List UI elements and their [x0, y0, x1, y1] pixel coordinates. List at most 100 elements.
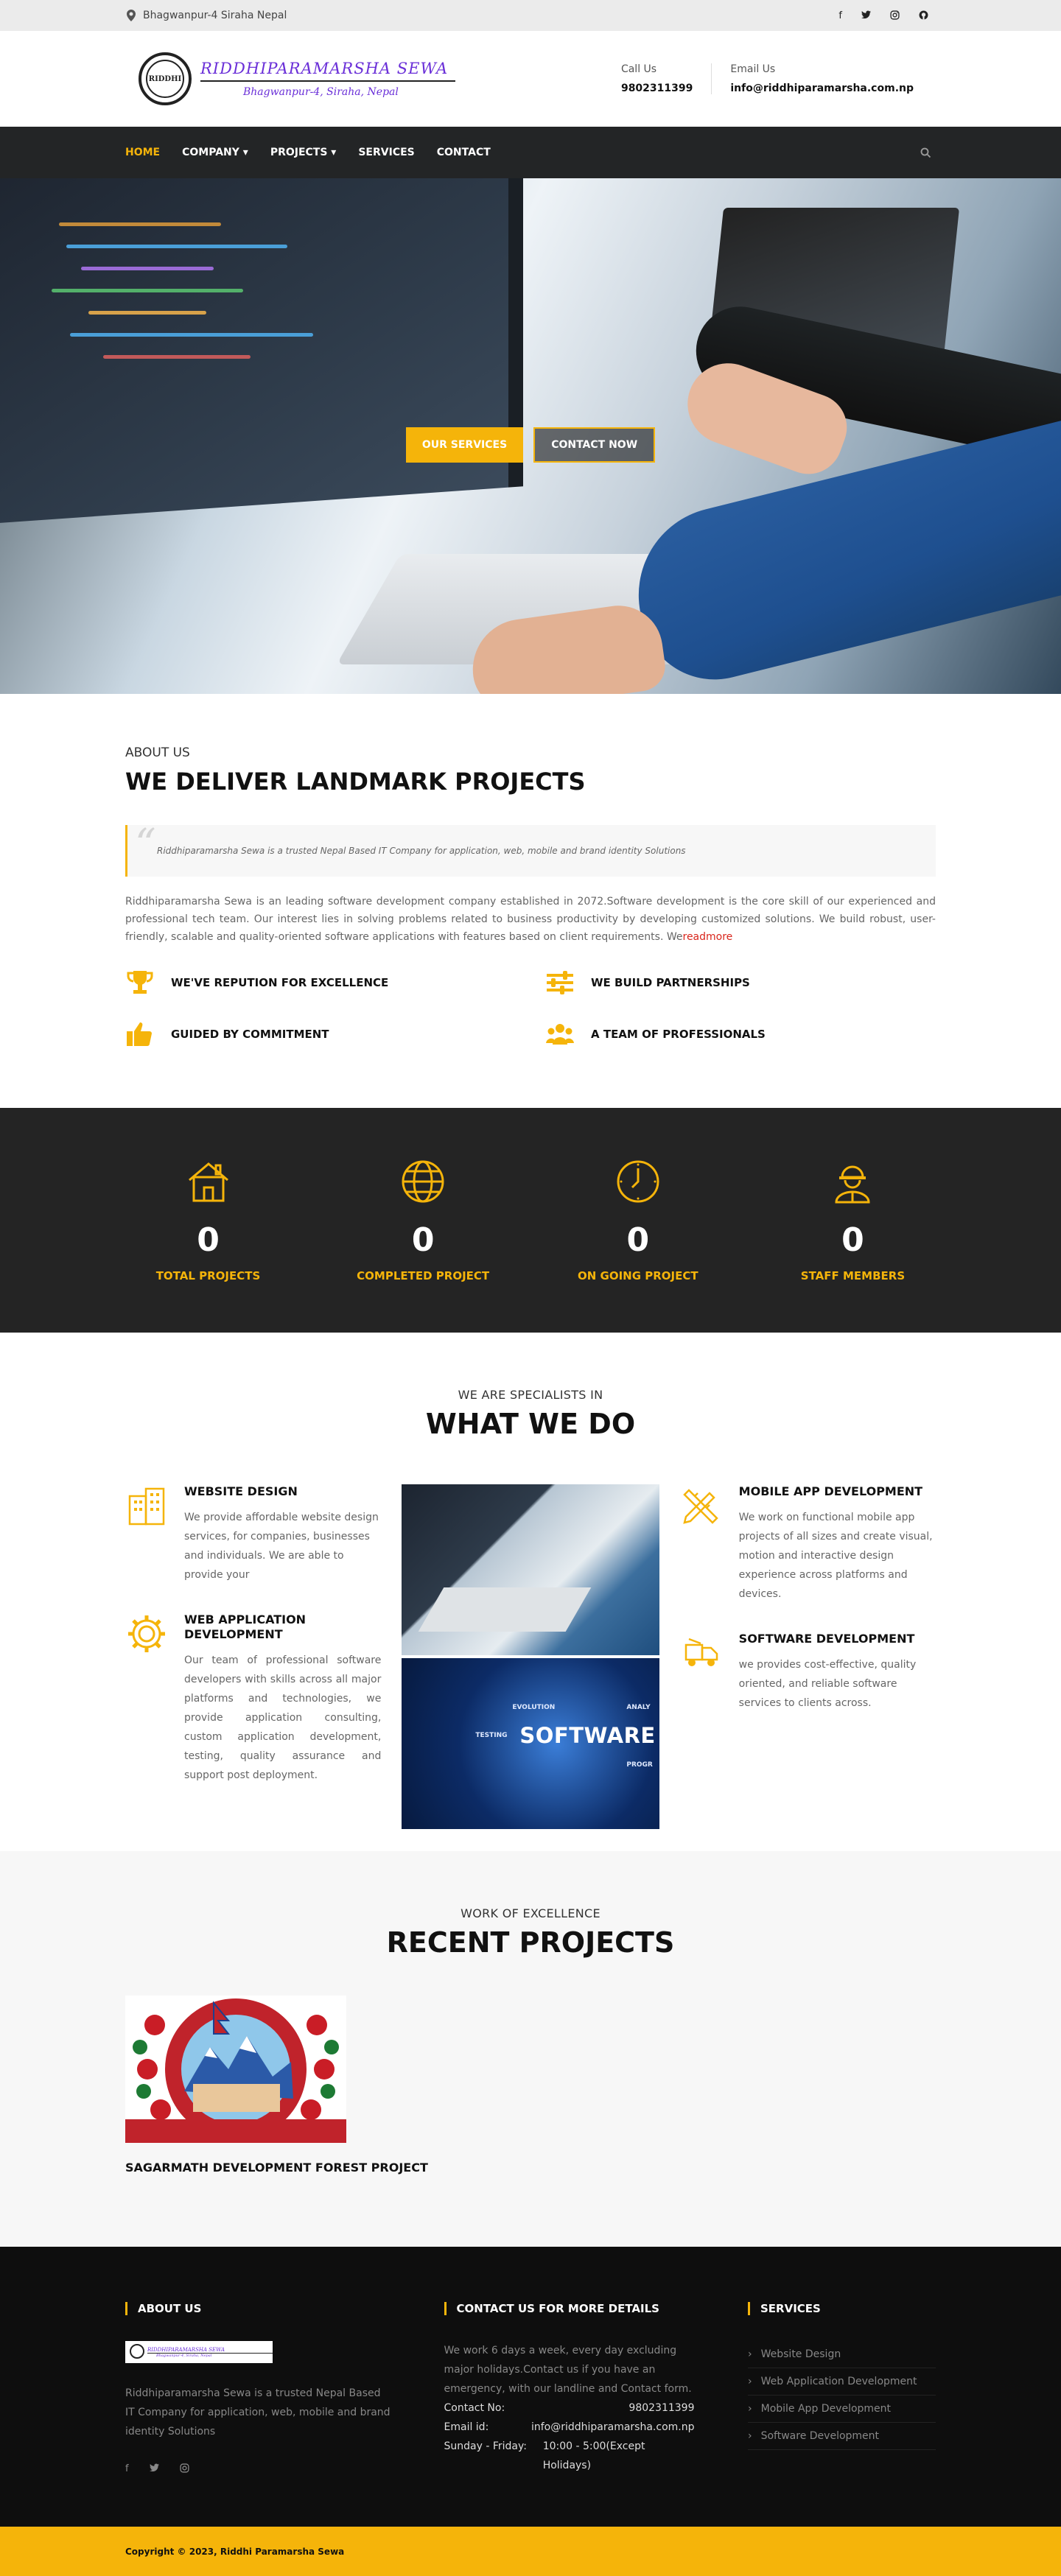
main-nav: HOME COMPANY ▾ PROJECTS ▾ SERVICES CONTA…: [0, 127, 1061, 178]
about-section: ABOUT US WE DELIVER LANDMARK PROJECTS Ri…: [0, 694, 1061, 1108]
buildings-icon: [128, 1487, 165, 1526]
feature-partnerships: WE BUILD PARTNERSHIPS: [545, 968, 936, 997]
footer-service-link[interactable]: Mobile App Development: [748, 2396, 936, 2423]
about-quote: Riddhiparamarsha Sewa is a trusted Nepal…: [125, 821, 936, 877]
feature-commitment: GUIDED BY COMMITMENT: [125, 1019, 545, 1049]
footer-contact: CONTACT US FOR MORE DETAILS We work 6 da…: [444, 2302, 695, 2475]
nav-menu: HOME COMPANY ▾ PROJECTS ▾ SERVICES CONTA…: [125, 147, 491, 158]
location-text: Bhagwanpur-4 Siraha Nepal: [143, 10, 287, 21]
stat-value: 0: [626, 1221, 650, 1259]
building-icon: [188, 1162, 228, 1202]
concrete-mixer-icon: [684, 1638, 718, 1666]
footer-contact-text: We work 6 days a week, every day excludi…: [444, 2345, 692, 2395]
nav-projects[interactable]: PROJECTS ▾: [270, 147, 337, 158]
call-label: Call Us: [620, 63, 657, 75]
contact-row: Sunday - Friday: 10:00 - 5:00(Except Holi…: [444, 2440, 645, 2471]
email-block: Email Us info@riddhiparamarsha.com.np: [712, 63, 932, 94]
social-links: f: [838, 10, 934, 21]
service-website-design: WEBSITE DESIGN We provide affordable webs…: [125, 1484, 381, 1584]
nav-home[interactable]: HOME: [125, 147, 160, 158]
software-image: EVOLUTION TESTING ANALY PROGR SOFTWARE: [402, 1658, 659, 1829]
twitter-icon[interactable]: [861, 10, 871, 19]
hero-monitor: [0, 178, 523, 524]
team-icon: [546, 1024, 574, 1045]
footer-services: SERVICES Website Design Web Application …: [748, 2302, 936, 2475]
footer-about-title: ABOUT US: [125, 2302, 391, 2315]
services-subtitle: WE ARE SPECIALISTS IN: [458, 1388, 603, 1402]
footer-service-link[interactable]: Software Development: [748, 2423, 936, 2450]
logo-seal: RIDDHI: [139, 52, 192, 105]
about-description: Riddhiparamarsha Sewa is an leading soft…: [125, 896, 936, 943]
facebook-icon[interactable]: f: [838, 10, 842, 21]
globe-icon: [402, 1160, 444, 1203]
footer-service-link[interactable]: Web Application Development: [748, 2368, 936, 2396]
footer-services-list: Website Design Web Application Developme…: [748, 2341, 936, 2450]
twitter-icon[interactable]: [149, 2463, 159, 2472]
call-block: Call Us 9802311399: [621, 63, 712, 94]
nav-services[interactable]: SERVICES: [358, 147, 414, 158]
header-contacts: Call Us 9802311399 Email Us info@riddhip…: [621, 63, 932, 94]
call-value[interactable]: 9802311399: [621, 83, 693, 94]
facebook-icon[interactable]: f: [125, 2463, 129, 2474]
our-services-button[interactable]: OUR SERVICES: [405, 427, 524, 463]
project-card[interactable]: SAGARMATH DEVELOPMENT FOREST PROJECT: [125, 1996, 936, 2177]
footer-contact-title: CONTACT US FOR MORE DETAILS: [444, 2302, 695, 2315]
readmore-link[interactable]: readmore: [683, 931, 733, 943]
stat-value: 0: [411, 1221, 435, 1259]
stat-staff-members: 0 STAFF MEMBERS: [770, 1158, 936, 1282]
stat-value: 0: [841, 1221, 864, 1259]
stats-section: 0 TOTAL PROJECTS 0 COMPLETED PROJECT 0 O…: [0, 1108, 1061, 1333]
stat-value: 0: [197, 1221, 220, 1259]
services-images: EVOLUTION TESTING ANALY PROGR SOFTWARE: [402, 1484, 659, 1851]
footer-service-link[interactable]: Website Design: [748, 2341, 936, 2368]
nav-contact[interactable]: CONTACT: [437, 147, 491, 158]
search-icon[interactable]: [920, 147, 931, 158]
email-value[interactable]: info@riddhiparamarsha.com.np: [730, 83, 914, 94]
logo-address: Bhagwanpur-4, Siraha, Nepal: [243, 86, 399, 98]
site-logo[interactable]: RIDDHI RIDDHIPARAMARSHA SEWA Bhagwanpur-…: [139, 52, 456, 105]
about-title: WE DELIVER LANDMARK PROJECTS: [125, 768, 586, 796]
projects-subtitle: WORK OF EXCELLENCE: [461, 1906, 600, 1920]
instagram-icon[interactable]: [180, 2463, 189, 2473]
site-footer: ABOUT US RIDDHIPARAMARSHA SEWA Bhagwanpu…: [0, 2247, 1061, 2527]
logo-name: RIDDHIPARAMARSHA SEWA: [200, 60, 456, 82]
sliders-icon: [547, 971, 573, 994]
pencil-ruler-icon: [682, 1489, 718, 1524]
copyright-text: Copyright © 2023, Riddhi Paramarsha Sewa: [125, 2546, 345, 2557]
thumbs-up-icon: [127, 1022, 152, 1046]
service-mobile-app: MOBILE APP DEVELOPMENT We work on functio…: [680, 1484, 936, 1604]
projects-section: WORK OF EXCELLENCE RECENT PROJECTS SAGAR…: [0, 1851, 1061, 2247]
instagram-icon[interactable]: [890, 10, 900, 20]
contact-row: Email id: info@riddhiparamarsha.com.np: [444, 2421, 695, 2433]
contact-row: Contact No: 9802311399: [444, 2402, 695, 2414]
stat-label: ON GOING PROJECT: [578, 1269, 698, 1282]
github-icon[interactable]: [919, 10, 928, 20]
nav-company[interactable]: COMPANY ▾: [182, 147, 248, 158]
about-subtitle: ABOUT US: [125, 745, 190, 760]
footer-services-title: SERVICES: [748, 2302, 936, 2315]
software-word: SOFTWARE: [519, 1723, 656, 1748]
footer-logo[interactable]: RIDDHIPARAMARSHA SEWA Bhagwanpur-4, Sira…: [125, 2341, 273, 2363]
stat-ongoing-project: 0 ON GOING PROJECT: [555, 1158, 721, 1282]
project-title[interactable]: SAGARMATH DEVELOPMENT FOREST PROJECT: [125, 2159, 936, 2177]
hero-banner: OUR SERVICES CONTACT NOW: [0, 178, 1061, 694]
contact-now-button[interactable]: CONTACT NOW: [533, 427, 656, 463]
clock-icon: [617, 1160, 659, 1203]
map-pin-icon: [127, 10, 136, 21]
top-bar: Bhagwanpur-4 Siraha Nepal f: [0, 0, 1061, 31]
service-software-development: SOFTWARE DEVELOPMENT we provides cost-eff…: [680, 1632, 936, 1713]
location: Bhagwanpur-4 Siraha Nepal: [127, 10, 287, 21]
project-emblem-image: [125, 1996, 346, 2143]
stat-label: COMPLETED PROJECT: [357, 1269, 490, 1282]
services-title: WHAT WE DO: [425, 1408, 636, 1440]
coding-image: [402, 1484, 659, 1655]
email-label: Email Us: [730, 63, 776, 75]
projects-title: RECENT PROJECTS: [386, 1926, 675, 1959]
feature-team: A TEAM OF PROFESSIONALS: [545, 1019, 936, 1049]
copyright-bar: Copyright © 2023, Riddhi Paramarsha Sewa: [0, 2527, 1061, 2576]
stat-completed-project: 0 COMPLETED PROJECT: [340, 1158, 506, 1282]
worker-icon: [835, 1165, 870, 1204]
services-section: WE ARE SPECIALISTS IN WHAT WE DO WEBSITE…: [0, 1333, 1061, 1851]
service-web-application: WEB APPLICATION DEVELOPMENT Our team of p…: [125, 1612, 381, 1785]
trophy-icon: [127, 971, 153, 994]
